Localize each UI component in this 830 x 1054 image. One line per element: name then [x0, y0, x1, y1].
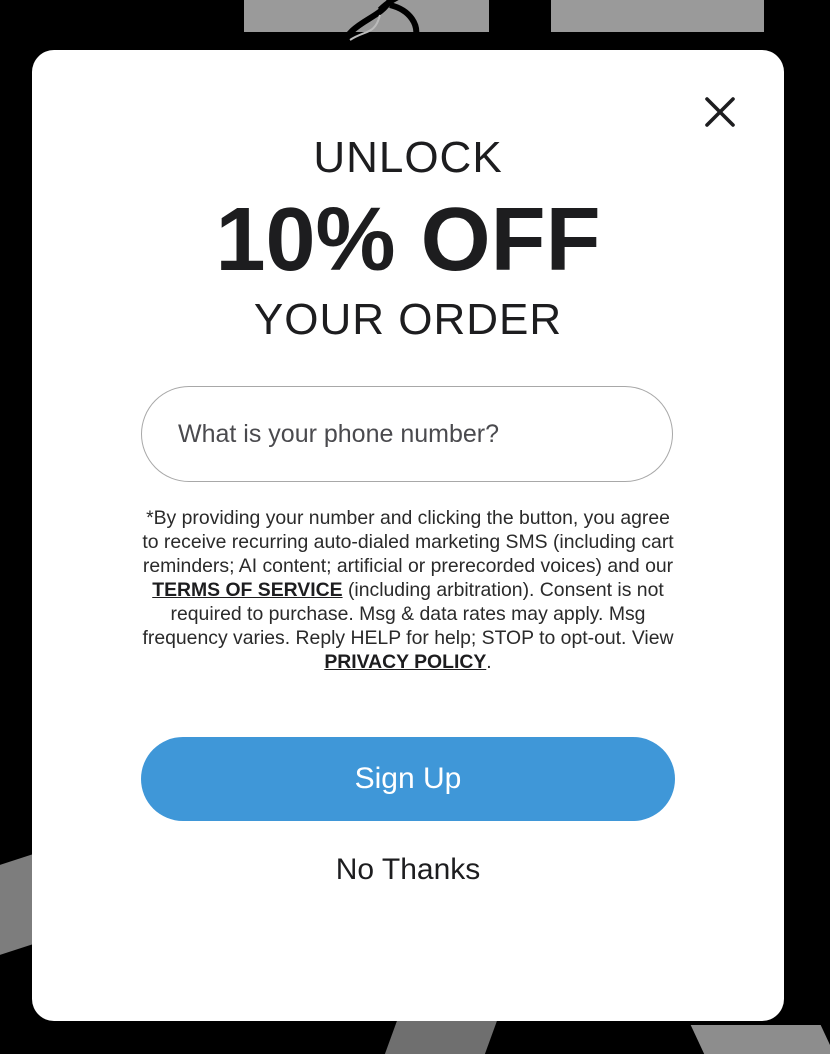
terms-of-service-link[interactable]: TERMS OF SERVICE — [152, 579, 342, 601]
headline-discount: 10% OFF — [215, 190, 601, 290]
close-button[interactable] — [698, 90, 742, 134]
headline-unlock: UNLOCK — [313, 133, 503, 182]
close-icon — [705, 97, 735, 127]
headline-your-order: YOUR ORDER — [253, 295, 563, 344]
no-thanks-button[interactable]: No Thanks — [258, 846, 558, 894]
privacy-policy-link[interactable]: PRIVACY POLICY — [324, 651, 486, 673]
disclaimer-text: . — [486, 651, 492, 673]
background-image-fragment — [690, 1025, 830, 1054]
background-image-tile — [551, 0, 764, 32]
sms-consent-disclaimer: *By providing your number and clicking t… — [141, 506, 675, 674]
signup-modal: UNLOCK 10% OFF YOUR ORDER *By providing … — [32, 50, 784, 1021]
background-image-fragment — [382, 1020, 498, 1054]
disclaimer-text: *By providing your number and clicking t… — [142, 507, 674, 577]
sign-up-button[interactable]: Sign Up — [141, 737, 675, 821]
phone-number-input[interactable] — [141, 386, 673, 482]
